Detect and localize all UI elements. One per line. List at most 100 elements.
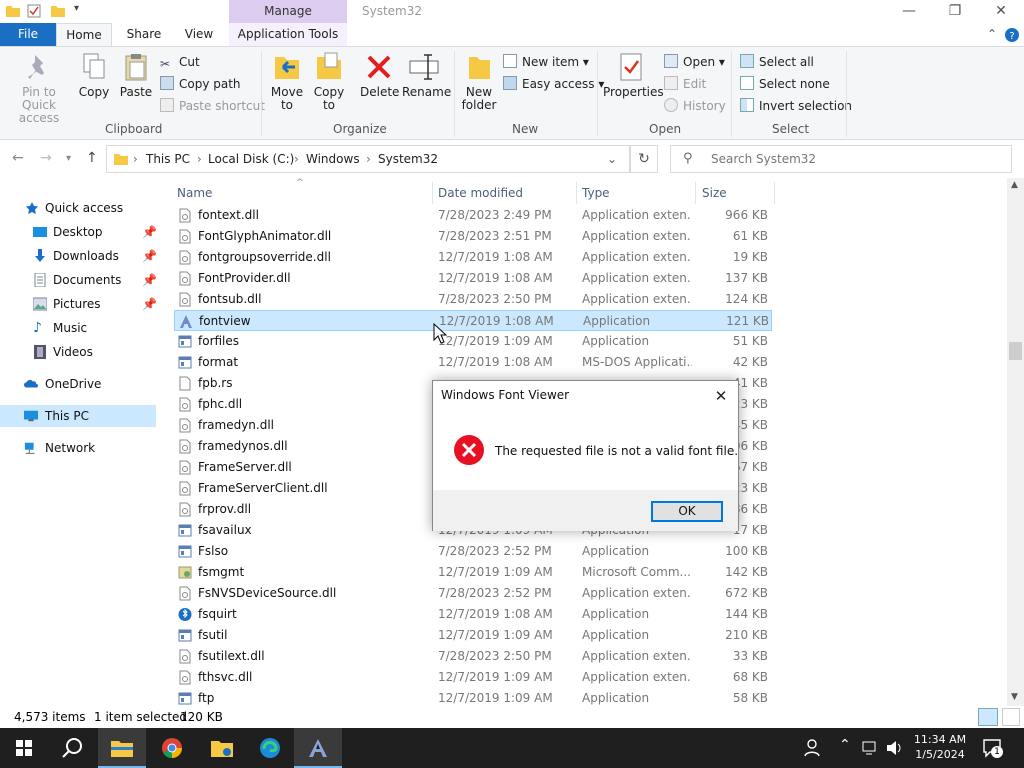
- column-separator[interactable]: [774, 182, 775, 204]
- table-row[interactable]: Fslso 7/28/2023 2:52 PM Application 100 KB: [174, 541, 772, 562]
- minimize-button[interactable]: —: [886, 0, 932, 23]
- action-center-button[interactable]: 1: [982, 738, 1004, 758]
- scroll-down-icon[interactable]: ▼: [1011, 692, 1018, 702]
- table-row[interactable]: fontview 12/7/2019 1:08 AM Application 121 …: [174, 310, 772, 331]
- manage-context-tab[interactable]: Manage: [229, 0, 347, 23]
- table-row[interactable]: FontGlyphAnimator.dll 7/28/2023 2:51 PM Ap…: [174, 226, 772, 247]
- breadcrumb-system32[interactable]: System32: [378, 152, 438, 166]
- nav-network[interactable]: Network: [0, 437, 156, 459]
- table-row[interactable]: forfiles 12/7/2019 1:09 AM Application 51 K…: [174, 331, 772, 352]
- edit-button[interactable]: Edit: [664, 74, 706, 94]
- search-input[interactable]: Search System32: [711, 152, 816, 166]
- column-header-type[interactable]: Type: [582, 186, 610, 200]
- search-box[interactable]: ⚲ Search System32: [670, 145, 1012, 173]
- column-header-size[interactable]: Size: [702, 186, 727, 200]
- ribbon-collapse-icon[interactable]: ⌃: [987, 27, 997, 41]
- table-row[interactable]: fontext.dll 7/28/2023 2:49 PM Application …: [174, 205, 772, 226]
- table-row[interactable]: fthsvc.dll 12/7/2019 1:09 AM Application e…: [174, 667, 772, 688]
- search-taskbar-button[interactable]: [48, 728, 96, 768]
- open-button[interactable]: Open ▾: [664, 52, 725, 72]
- nav-onedrive[interactable]: OneDrive: [0, 373, 156, 395]
- show-hidden-icons-icon[interactable]: ⌃: [839, 737, 851, 753]
- start-button[interactable]: [0, 728, 48, 768]
- column-separator[interactable]: [432, 182, 433, 204]
- pin-quick-access-button[interactable]: Pin to Quick access: [4, 51, 74, 125]
- file-explorer-taskbar-button[interactable]: [98, 728, 146, 768]
- address-bar[interactable]: › This PC › Local Disk (C:) › Windows › …: [106, 145, 630, 173]
- scroll-up-icon[interactable]: ▲: [1011, 180, 1018, 190]
- nav-videos[interactable]: Videos: [0, 341, 156, 363]
- table-row[interactable]: fsmgmt 12/7/2019 1:09 AM Microsoft Comm...…: [174, 562, 772, 583]
- table-row[interactable]: fsquirt 12/7/2019 1:08 AM Application 144 K…: [174, 604, 772, 625]
- table-row[interactable]: FsNVSDeviceSource.dll 7/28/2023 2:52 PM Ap…: [174, 583, 772, 604]
- details-view-icon[interactable]: [978, 708, 998, 726]
- help-icon[interactable]: ?: [1004, 27, 1020, 43]
- system-clock[interactable]: 11:34 AM 1/5/2024: [908, 732, 972, 762]
- nav-music[interactable]: ♪ Music: [0, 317, 156, 339]
- column-separator[interactable]: [576, 182, 577, 204]
- table-row[interactable]: fontgroupsoverride.dll 12/7/2019 1:08 AM A…: [174, 247, 772, 268]
- forward-arrow-icon[interactable]: →: [40, 150, 52, 166]
- delete-button[interactable]: Delete: [360, 51, 399, 99]
- table-row[interactable]: fsutil 12/7/2019 1:09 AM Application 210 KB: [174, 625, 772, 646]
- up-arrow-icon[interactable]: ↑: [86, 150, 98, 166]
- close-button[interactable]: ✕: [978, 0, 1024, 23]
- nav-pictures[interactable]: Pictures 📌: [0, 293, 157, 315]
- table-row[interactable]: format 12/7/2019 1:08 AM MS-DOS Applicati.…: [174, 352, 772, 373]
- paste-button[interactable]: Paste: [118, 51, 154, 99]
- dialog-close-button[interactable]: ✕: [710, 385, 732, 407]
- new-folder-button[interactable]: New folder: [460, 51, 498, 112]
- chrome-taskbar-button[interactable]: [148, 728, 196, 768]
- tab-view[interactable]: View: [174, 23, 224, 46]
- scrollbar-thumb[interactable]: [1009, 342, 1022, 360]
- breadcrumb-local-disk[interactable]: Local Disk (C:): [208, 152, 294, 166]
- breadcrumb-windows[interactable]: Windows: [306, 152, 360, 166]
- copy-path-button[interactable]: Copy path: [160, 74, 241, 94]
- volume-icon[interactable]: [886, 740, 904, 756]
- qat-dropdown-icon[interactable]: ▾: [74, 3, 79, 14]
- history-button[interactable]: History: [664, 96, 726, 116]
- invert-selection-button[interactable]: Invert selection: [740, 96, 852, 116]
- new-folder-qat-icon[interactable]: [50, 4, 66, 18]
- nav-documents[interactable]: Documents 📌: [0, 269, 157, 291]
- people-icon[interactable]: [804, 739, 820, 757]
- table-row[interactable]: fsutilext.dll 7/28/2023 2:50 PM Applicatio…: [174, 646, 772, 667]
- table-row[interactable]: ftp 12/7/2019 1:09 AM Application 58 KB: [174, 688, 772, 706]
- edge-taskbar-button[interactable]: [246, 728, 294, 768]
- select-none-button[interactable]: Select none: [740, 74, 830, 94]
- address-dropdown-icon[interactable]: ⌄: [607, 152, 617, 166]
- nav-downloads[interactable]: Downloads 📌: [0, 245, 157, 267]
- ok-button[interactable]: OK: [651, 501, 723, 522]
- large-icons-view-icon[interactable]: [1002, 708, 1020, 726]
- tab-share[interactable]: Share: [118, 23, 170, 46]
- vertical-scrollbar[interactable]: ▲ ▼: [1007, 178, 1024, 706]
- rename-button[interactable]: Rename: [402, 51, 451, 99]
- tab-file[interactable]: File: [0, 23, 56, 46]
- column-header-separator[interactable]: [695, 182, 696, 204]
- pin-icon[interactable]: 📌: [142, 221, 157, 243]
- recent-locations-icon[interactable]: ▾: [66, 153, 71, 164]
- file-manager-taskbar-button[interactable]: [198, 728, 246, 768]
- nav-quick-access[interactable]: Quick access: [0, 197, 156, 219]
- tab-application-tools[interactable]: Application Tools: [229, 23, 347, 46]
- nav-this-pc[interactable]: This PC: [0, 405, 156, 427]
- table-row[interactable]: fontsub.dll 7/28/2023 2:50 PM Application …: [174, 289, 772, 310]
- easy-access-button[interactable]: Easy access ▾: [503, 74, 604, 94]
- pin-icon[interactable]: 📌: [142, 269, 157, 291]
- refresh-icon[interactable]: ↻: [630, 145, 658, 173]
- tab-home[interactable]: Home: [56, 23, 112, 46]
- table-row[interactable]: FontProvider.dll 12/7/2019 1:08 AM Applica…: [174, 268, 772, 289]
- copy-to-button[interactable]: Copy to: [310, 51, 348, 112]
- new-item-button[interactable]: New item ▾: [503, 52, 589, 72]
- back-arrow-icon[interactable]: ←: [12, 150, 24, 166]
- pin-icon[interactable]: 📌: [142, 245, 157, 267]
- nav-desktop[interactable]: Desktop 📌: [0, 221, 157, 243]
- pin-icon[interactable]: 📌: [142, 293, 157, 315]
- network-status-icon[interactable]: [862, 741, 880, 755]
- maximize-button[interactable]: ❐: [932, 0, 978, 23]
- column-header-name[interactable]: Name: [177, 186, 212, 200]
- font-viewer-taskbar-button[interactable]: [294, 728, 342, 768]
- copy-button[interactable]: Copy: [76, 51, 112, 99]
- paste-shortcut-button[interactable]: Paste shortcut: [160, 96, 265, 116]
- properties-button[interactable]: Properties: [603, 51, 664, 99]
